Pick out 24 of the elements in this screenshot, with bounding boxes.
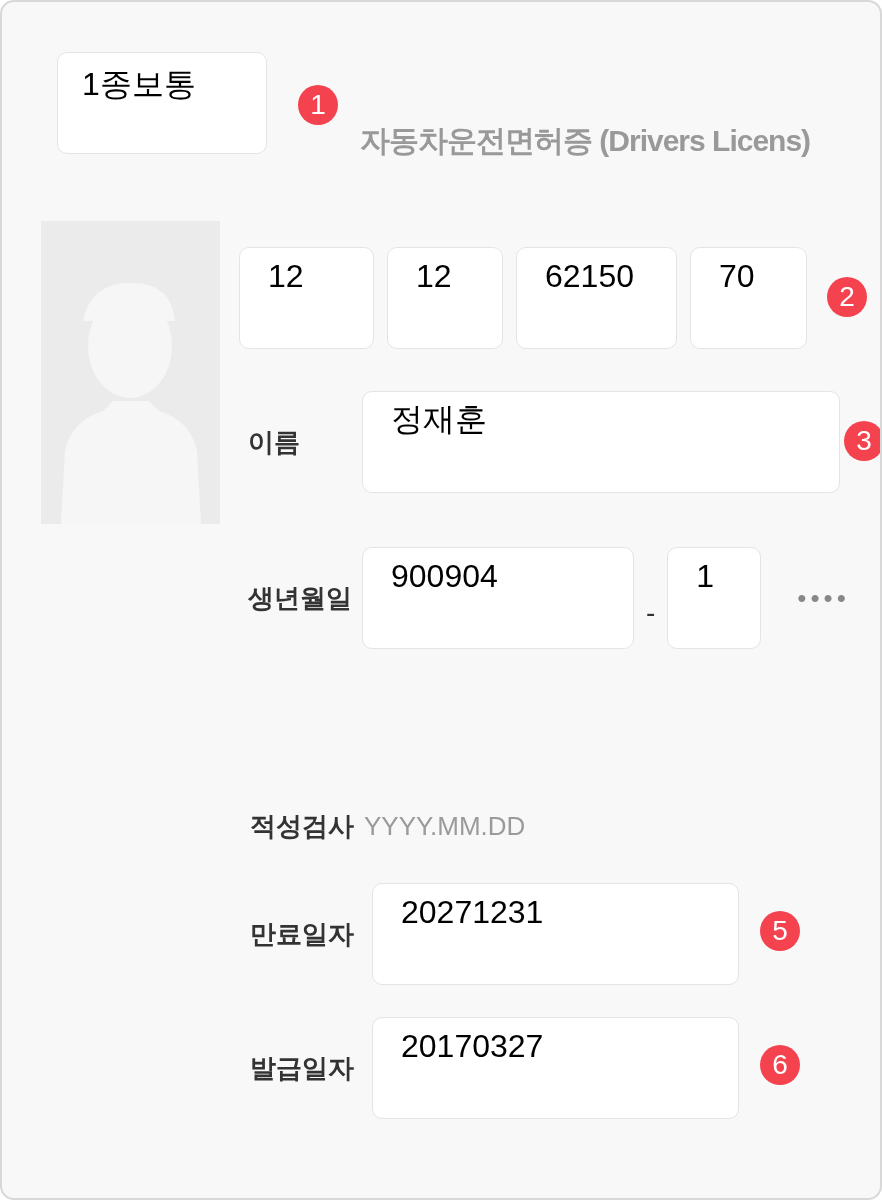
field-label: 발급일자 <box>250 1051 355 1085</box>
number-badge: 6 <box>760 1045 800 1085</box>
input-field[interactable]: 1 <box>667 547 762 649</box>
input-field[interactable]: 정재훈 <box>362 391 840 493</box>
number-badge: 2 <box>827 277 867 317</box>
input-field[interactable]: YYYY.MM.DD <box>364 807 584 846</box>
input-field[interactable]: 20170327 <box>372 1017 739 1119</box>
masked-digits: •••• <box>797 581 850 615</box>
input-field[interactable]: 20271231 <box>372 883 739 985</box>
number-badge: 3 <box>844 421 880 461</box>
input-field[interactable]: 62150 <box>516 247 677 349</box>
separator: - <box>646 596 656 630</box>
field-label: 이름 <box>248 425 301 459</box>
card-title: 자동차운전면허증 (Drivers Licens) <box>360 123 811 159</box>
field-label: 적성검사 <box>250 810 355 843</box>
input-field[interactable]: 70 <box>690 247 807 349</box>
input-field[interactable]: 900904 <box>362 547 634 649</box>
input-field[interactable]: 12 <box>239 247 374 349</box>
number-badge: 5 <box>760 911 800 951</box>
field-label: 생년월일 <box>248 581 353 615</box>
input-field[interactable]: 12 <box>387 247 503 349</box>
field-label: 만료일자 <box>250 917 355 951</box>
input-field[interactable]: 1종보통 <box>57 52 267 154</box>
number-badge: 1 <box>298 85 338 125</box>
